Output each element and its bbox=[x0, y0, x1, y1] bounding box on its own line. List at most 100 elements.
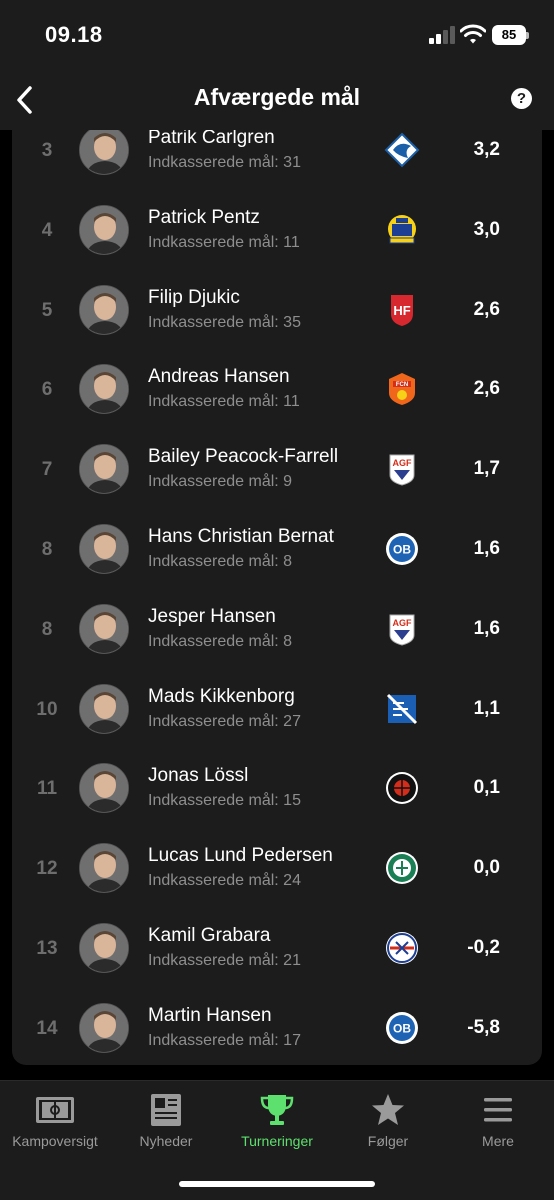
player-goals-conceded: Indkasserede mål: 27 bbox=[148, 712, 301, 730]
lyngby-bk-logo bbox=[384, 691, 420, 727]
trophy-icon bbox=[257, 1093, 297, 1127]
player-row[interactable]: 11 Jonas Lössl Indkasserede mål: 15 0,1 bbox=[12, 748, 542, 828]
player-name: Hans Christian Bernat bbox=[148, 526, 334, 547]
player-row[interactable]: 12 Lucas Lund Pedersen Indkasserede mål: 2… bbox=[12, 828, 542, 908]
status-time: 09.18 bbox=[45, 22, 103, 47]
star-icon bbox=[368, 1093, 408, 1127]
brondby-if-logo bbox=[384, 212, 420, 248]
svg-text:AGF: AGF bbox=[393, 458, 413, 468]
svg-text:OB: OB bbox=[393, 1021, 411, 1035]
player-row[interactable]: 10 Mads Kikkenborg Indkasserede mål: 27 1,1 bbox=[12, 669, 542, 749]
battery-icon: 85 bbox=[492, 25, 529, 45]
tab-label: Turneringer bbox=[241, 1133, 313, 1149]
player-row[interactable]: 6 Andreas Hansen Indkasserede mål: 11 FCN 2,… bbox=[12, 349, 542, 429]
player-goals-conceded: Indkasserede mål: 24 bbox=[148, 872, 301, 890]
player-row[interactable]: 13 Kamil Grabara Indkasserede mål: 21 -0,2 bbox=[12, 908, 542, 988]
player-row[interactable]: 14 Martin Hansen Indkasserede mål: 17 OB -5,… bbox=[12, 988, 542, 1065]
tab-mere[interactable]: Mere bbox=[443, 1093, 553, 1153]
goals-prevented-value: -0,2 bbox=[467, 937, 500, 958]
player-row[interactable]: 5 Filip Djukic Indkasserede mål: 35 HF 2,6 bbox=[12, 270, 542, 350]
player-goals-conceded: Indkasserede mål: 11 bbox=[148, 233, 300, 251]
player-row[interactable]: 7 Bailey Peacock-Farrell Indkasserede mål:… bbox=[12, 429, 542, 509]
help-button[interactable]: ? bbox=[511, 88, 532, 109]
player-row[interactable]: 8 Jesper Hansen Indkasserede mål: 8 AGF 1,6 bbox=[12, 589, 542, 669]
player-avatar bbox=[79, 284, 129, 335]
player-goals-conceded: Indkasserede mål: 8 bbox=[148, 553, 293, 570]
player-row[interactable]: 4 Patrick Pentz Indkasserede mål: 11 3,0 bbox=[12, 190, 542, 270]
tab-kampoversigt[interactable]: Kampoversigt bbox=[0, 1093, 110, 1153]
player-goals-conceded: Indkasserede mål: 8 bbox=[148, 632, 293, 650]
player-goals-conceded: Indkasserede mål: 15 bbox=[148, 792, 301, 810]
player-rank: 13 bbox=[36, 938, 58, 959]
tab-label: Nyheder bbox=[139, 1133, 193, 1149]
status-bar: 09.18 85 bbox=[0, 0, 554, 70]
tab-nyheder[interactable]: Nyheder bbox=[111, 1093, 221, 1153]
player-rank: 10 bbox=[36, 698, 58, 720]
goals-prevented-value: 0,0 bbox=[473, 857, 500, 879]
player-rank: 3 bbox=[41, 140, 53, 161]
goals-prevented-value: 1,6 bbox=[473, 617, 500, 639]
player-name: Patrick Pentz bbox=[148, 206, 260, 228]
tab-følger[interactable]: Følger bbox=[333, 1093, 443, 1153]
player-row[interactable]: 3 Patrik Carlgren Indkasserede mål: 31 3,2 bbox=[12, 130, 542, 190]
goals-prevented-value: 1,7 bbox=[473, 458, 500, 480]
goals-prevented-value: 3,2 bbox=[473, 139, 500, 160]
agf-logo: AGF bbox=[384, 611, 420, 647]
player-name: Bailey Peacock-Farrell bbox=[148, 446, 339, 468]
player-name: Jesper Hansen bbox=[148, 605, 276, 627]
goals-prevented-value: 2,6 bbox=[473, 378, 500, 400]
player-name: Lucas Lund Pedersen bbox=[148, 845, 333, 867]
cellular-signal-icon bbox=[429, 26, 455, 44]
goals-prevented-value: -5,8 bbox=[467, 1016, 500, 1038]
player-avatar bbox=[79, 843, 129, 894]
player-avatar bbox=[79, 603, 129, 654]
player-goals-conceded: Indkasserede mål: 21 bbox=[148, 952, 301, 969]
tab-turneringer[interactable]: Turneringer bbox=[222, 1093, 332, 1153]
goalkeeper-ranking-list: 3 Patrik Carlgren Indkasserede mål: 31 3,2 4… bbox=[12, 130, 542, 1065]
player-name: Jonas Lössl bbox=[148, 765, 249, 787]
fc-kobenhavn-logo bbox=[384, 930, 420, 966]
player-name: Kamil Grabara bbox=[148, 925, 271, 946]
hillerod-fodbold-logo: HF bbox=[384, 292, 420, 328]
menu-icon bbox=[478, 1093, 518, 1127]
goals-prevented-value: 3,0 bbox=[473, 218, 500, 240]
player-goals-conceded: Indkasserede mål: 11 bbox=[148, 393, 300, 411]
player-goals-conceded: Indkasserede mål: 31 bbox=[148, 154, 301, 171]
player-avatar bbox=[79, 923, 129, 973]
goals-prevented-value: 1,1 bbox=[473, 697, 500, 719]
player-rank: 14 bbox=[36, 1017, 58, 1039]
page-title: Afværgede mål bbox=[193, 84, 361, 110]
nav-header: Afværgede mål ? bbox=[0, 70, 554, 130]
ob-logo: OB bbox=[384, 1010, 420, 1046]
player-goals-conceded: Indkasserede mål: 17 bbox=[148, 1031, 301, 1049]
player-name: Patrik Carlgren bbox=[148, 130, 275, 148]
player-avatar bbox=[79, 130, 129, 175]
player-avatar bbox=[79, 1002, 129, 1053]
player-rank: 8 bbox=[41, 618, 53, 640]
player-avatar bbox=[79, 364, 129, 415]
player-name: Andreas Hansen bbox=[148, 366, 290, 388]
player-avatar bbox=[79, 204, 129, 255]
player-row[interactable]: 8 Hans Christian Bernat Indkasserede mål: … bbox=[12, 509, 542, 589]
fc-midtjylland-logo bbox=[384, 770, 420, 806]
agf-logo: AGF bbox=[384, 451, 420, 487]
player-goals-conceded: Indkasserede mål: 9 bbox=[148, 473, 293, 491]
randers-fc-logo bbox=[384, 132, 420, 168]
viborg-ff-logo bbox=[384, 850, 420, 886]
goals-prevented-value: 2,6 bbox=[473, 298, 500, 320]
ob-logo: OB bbox=[384, 531, 420, 567]
svg-text:FCN: FCN bbox=[396, 382, 408, 388]
player-rank: 11 bbox=[36, 778, 58, 800]
player-rank: 8 bbox=[41, 539, 53, 560]
player-name: Filip Djukic bbox=[148, 286, 240, 308]
goals-prevented-value: 1,6 bbox=[473, 538, 500, 559]
fc-nordsjaelland-logo: FCN bbox=[384, 371, 420, 407]
player-name: Martin Hansen bbox=[148, 1004, 272, 1026]
player-avatar bbox=[79, 524, 129, 574]
player-avatar bbox=[79, 763, 129, 814]
player-rank: 4 bbox=[41, 219, 53, 241]
svg-text:OB: OB bbox=[393, 543, 411, 557]
player-rank: 12 bbox=[36, 858, 58, 880]
home-indicator bbox=[179, 1181, 375, 1187]
wifi-icon bbox=[460, 24, 486, 44]
